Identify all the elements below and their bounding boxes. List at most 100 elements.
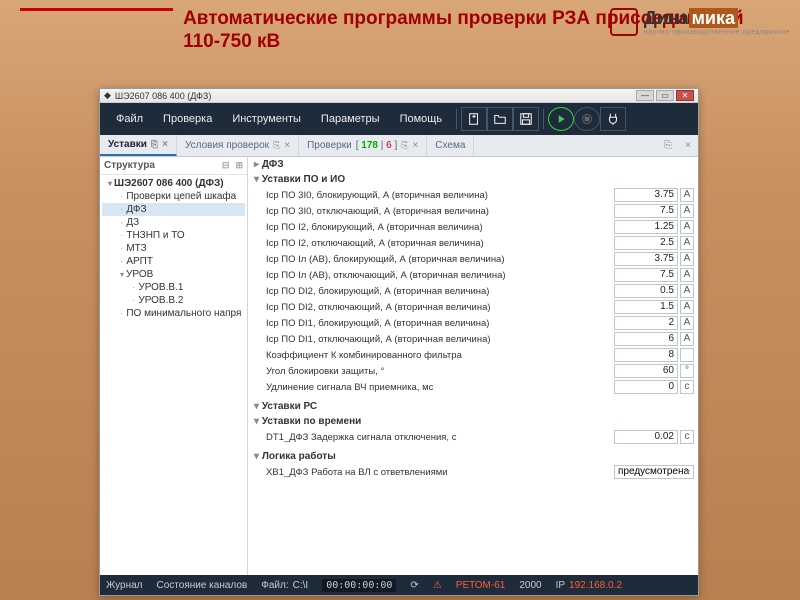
- setting-label: Угол блокировки защиты, °: [266, 366, 614, 377]
- tree-node-dfz[interactable]: ДФЗ: [102, 203, 245, 216]
- menu-params[interactable]: Параметры: [311, 113, 390, 125]
- app-icon: ◆: [104, 90, 111, 101]
- collapse-icon[interactable]: ⊟: [222, 160, 230, 171]
- tab-scheme[interactable]: Схема: [427, 135, 474, 156]
- setting-value-input[interactable]: 2: [614, 316, 678, 330]
- setting-value-input[interactable]: 0: [614, 380, 678, 394]
- setting-row: Icp ПО DI1, блокирующий, А (вторичная ве…: [248, 315, 698, 331]
- status-time: 00:00:00:00: [322, 579, 396, 592]
- tree-node-mtz[interactable]: МТЗ: [102, 242, 245, 255]
- setting-value-input[interactable]: 0.5: [614, 284, 678, 298]
- tree-node-cabinet[interactable]: Проверки цепей шкафа: [102, 190, 245, 203]
- status-file: Файл: C:\I: [261, 580, 308, 591]
- setting-label: Icp ПО DI2, отключающий, А (вторичная ве…: [266, 302, 614, 313]
- setting-label: Icp ПО 3I0, блокирующий, А (вторичная ве…: [266, 190, 614, 201]
- app-window: ◆ ШЭ2607 086 400 (ДФЗ) — ▭ ✕ Файл Провер…: [99, 88, 699, 596]
- tab-checks[interactable]: Проверки[ 178 | 6 ]⎘×: [299, 135, 427, 156]
- tree-node-arpt[interactable]: АРПТ: [102, 255, 245, 268]
- tree-root[interactable]: ШЭ2607 086 400 (ДФЗ): [102, 177, 245, 190]
- open-folder-icon[interactable]: [487, 107, 513, 131]
- tree-node-dz[interactable]: ДЗ: [102, 216, 245, 229]
- tree-node-tnznp[interactable]: ТНЗНП и ТО: [102, 229, 245, 242]
- statusbar: Журнал Состояние каналов Файл: C:\I 00:0…: [100, 575, 698, 595]
- save-icon[interactable]: [513, 107, 539, 131]
- setting-row: Icp ПО I2, отключающий, А (вторичная вел…: [248, 235, 698, 251]
- setting-value-input[interactable]: 0.02: [614, 430, 678, 444]
- menu-help[interactable]: Помощь: [390, 113, 453, 125]
- setting-unit: А: [680, 284, 694, 298]
- expand-icon[interactable]: ⊞: [235, 160, 243, 171]
- setting-row: Icp ПО DI2, отключающий, А (вторичная ве…: [248, 299, 698, 315]
- tree-node-urov-v1[interactable]: УРОВ.В.1: [102, 281, 245, 294]
- pin-icon[interactable]: ⎘: [151, 139, 158, 150]
- settings-pane: ДФЗ Уставки ПО и ИО Icp ПО 3I0, блокирую…: [248, 157, 698, 575]
- setting-label: Icp ПО DI1, отключающий, А (вторичная ве…: [266, 334, 614, 345]
- setting-value-input[interactable]: 3.75: [614, 188, 678, 202]
- menu-check[interactable]: Проверка: [153, 113, 222, 125]
- copy-tab-icon[interactable]: ⎘: [658, 135, 678, 156]
- setting-row: Icp ПО Iл (АВ), отключающий, А (вторична…: [248, 267, 698, 283]
- setting-unit: А: [680, 300, 694, 314]
- structure-tree: ШЭ2607 086 400 (ДФЗ) Проверки цепей шкаф…: [100, 175, 247, 322]
- menu-tools[interactable]: Инструменты: [222, 113, 311, 125]
- setting-value-input[interactable]: 8: [614, 348, 678, 362]
- new-file-icon[interactable]: [461, 107, 487, 131]
- setting-row: Icp ПО 3I0, блокирующий, А (вторичная ве…: [248, 187, 698, 203]
- status-sync-icon[interactable]: ⟳: [410, 580, 418, 591]
- setting-label: ХВ1_ДФЗ Работа на ВЛ с ответвлениями: [266, 467, 614, 478]
- setting-unit: А: [680, 268, 694, 282]
- minimize-button[interactable]: —: [636, 90, 654, 101]
- setting-row: Угол блокировки защиты, °60°: [248, 363, 698, 379]
- setting-unit: °: [680, 364, 694, 378]
- setting-unit: А: [680, 188, 694, 202]
- setting-label: Icp ПО 3I0, отключающий, А (вторичная ве…: [266, 206, 614, 217]
- structure-header: Структура ⊟⊞: [100, 157, 247, 175]
- setting-unit: А: [680, 332, 694, 346]
- status-ip: IP 192.168.0.2: [556, 580, 622, 591]
- plug-icon[interactable]: [600, 107, 626, 131]
- setting-unit: А: [680, 316, 694, 330]
- section-rs[interactable]: Уставки РС: [248, 399, 698, 414]
- setting-value-input[interactable]: 7.5: [614, 204, 678, 218]
- setting-value-input[interactable]: 1.5: [614, 300, 678, 314]
- setting-unit: А: [680, 220, 694, 234]
- setting-row: Icp ПО DI2, блокирующий, А (вторичная ве…: [248, 283, 698, 299]
- setting-row: Icp ПО 3I0, отключающий, А (вторичная ве…: [248, 203, 698, 219]
- window-titlebar: ◆ ШЭ2607 086 400 (ДФЗ) — ▭ ✕: [100, 89, 698, 103]
- section-time[interactable]: Уставки по времени: [248, 414, 698, 429]
- setting-row: Icp ПО DI1, отключающий, А (вторичная ве…: [248, 331, 698, 347]
- setting-value-input[interactable]: 1.25: [614, 220, 678, 234]
- close-tab-icon[interactable]: ×: [162, 139, 168, 150]
- close-button[interactable]: ✕: [676, 90, 694, 101]
- stop-icon[interactable]: [574, 107, 600, 131]
- status-warn-icon: ⚠: [433, 580, 442, 591]
- tree-node-po-min[interactable]: ПО минимального напря: [102, 307, 245, 320]
- setting-unit: [680, 348, 694, 362]
- setting-value-input[interactable]: 60: [614, 364, 678, 378]
- setting-unit: с: [680, 430, 694, 444]
- status-journal[interactable]: Журнал: [106, 580, 143, 591]
- setting-value-input[interactable]: 7.5: [614, 268, 678, 282]
- play-icon[interactable]: [548, 107, 574, 131]
- setting-value-input[interactable]: 3.75: [614, 252, 678, 266]
- status-channels[interactable]: Состояние каналов: [157, 580, 248, 591]
- setting-row: Коэффициент К комбинированного фильтра8: [248, 347, 698, 363]
- setting-value-input[interactable]: 2.5: [614, 236, 678, 250]
- section-po-io[interactable]: Уставки ПО и ИО: [248, 172, 698, 187]
- tab-settings[interactable]: Уставки⎘×: [100, 135, 177, 156]
- maximize-button[interactable]: ▭: [656, 90, 674, 101]
- tab-conditions[interactable]: Условия проверок⎘×: [177, 135, 299, 156]
- menu-file[interactable]: Файл: [106, 113, 153, 125]
- tree-node-urov[interactable]: УРОВ: [102, 268, 245, 281]
- close-all-icon[interactable]: ×: [678, 135, 698, 156]
- tree-node-urov-v2[interactable]: УРОВ.В.2: [102, 294, 245, 307]
- window-title: ШЭ2607 086 400 (ДФЗ): [115, 91, 211, 101]
- setting-label: Icp ПО I2, отключающий, А (вторичная вел…: [266, 238, 614, 249]
- section-logic[interactable]: Логика работы: [248, 449, 698, 464]
- setting-label: Icp ПО I2, блокирующий, А (вторичная вел…: [266, 222, 614, 233]
- setting-select[interactable]: предусмотрена: [614, 465, 694, 479]
- breadcrumb: ДФЗ: [248, 157, 698, 172]
- setting-value-input[interactable]: 6: [614, 332, 678, 346]
- brand-icon: [610, 8, 638, 36]
- setting-row: ХВ1_ДФЗ Работа на ВЛ с ответвлениями пре…: [248, 464, 698, 480]
